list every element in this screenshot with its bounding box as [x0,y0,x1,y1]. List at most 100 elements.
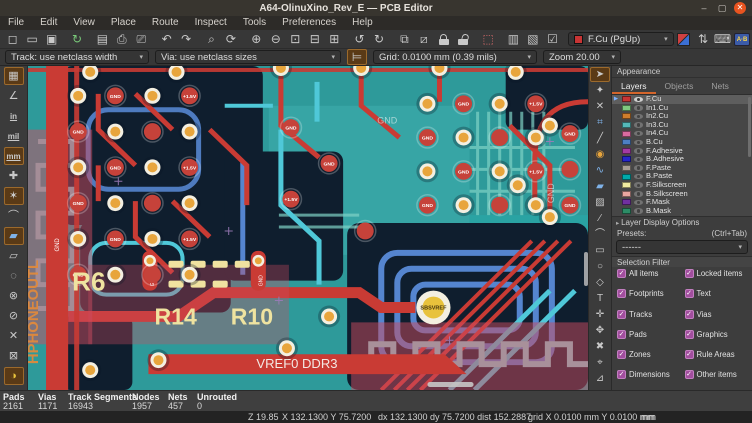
active-layer-dropdown[interactable]: F.Cu (PgUp)▾ [568,32,674,46]
zoom-objects-icon[interactable]: ⊞ [324,31,343,48]
zoom-dropdown[interactable]: Zoom 20.00 ▾ [543,50,621,64]
layer-color-swatch[interactable] [622,199,631,205]
layer-pair-icon[interactable] [677,33,691,46]
checkbox-checked-icon[interactable]: ✓ [617,330,626,339]
zoom-fit-icon[interactable]: ⊡ [286,31,305,48]
checkbox-checked-icon[interactable]: ✓ [617,350,626,359]
rotate-ccw-icon[interactable]: ↺ [350,31,369,48]
maximize-icon[interactable]: ▢ [716,3,728,14]
filter-other-items[interactable]: ✓Other items [685,370,752,380]
layer-row-in4.cu[interactable]: In4.Cu [612,129,752,138]
via-size-dropdown[interactable]: Via: use netclass sizes ▾ [155,50,341,64]
origin-tool-icon[interactable]: ⌖ [590,355,610,370]
layer-color-swatch[interactable] [622,105,631,111]
layer-color-swatch[interactable] [622,96,631,102]
filter-vias[interactable]: ✓Vias [685,309,752,319]
layer-row-f.paste[interactable]: F.Paste [612,164,752,173]
unlock-icon[interactable] [453,31,472,48]
layer-visibility-eye-icon[interactable] [634,191,643,197]
canvas-hscrollbar[interactable] [427,382,473,387]
close-icon[interactable]: ✕ [734,2,746,14]
filter-locked-items[interactable]: ✓Locked items [685,269,752,279]
filter-zones[interactable]: ✓Zones [617,350,685,360]
layer-color-swatch[interactable] [622,139,631,145]
menu-preferences[interactable]: Preferences [274,16,344,30]
zone-tool-icon[interactable]: ▰ [590,179,610,194]
zone-nofill-mode-icon[interactable]: ◌ [4,267,24,285]
layer-row-f.cu[interactable]: ▶F.Cu [612,95,752,104]
layer-visibility-eye-icon[interactable] [634,114,643,120]
tab-objects[interactable]: Objects [656,78,703,94]
track-width-dropdown[interactable]: Track: use netclass width ▾ [5,50,149,64]
redo-icon[interactable]: ↷ [176,31,195,48]
pads-sketch-toggle-icon[interactable]: ⊗ [4,287,24,305]
layer-list-scrollbar[interactable] [748,97,751,157]
save-board-icon[interactable]: ▣ [42,31,61,48]
polygon-tool-icon[interactable]: ◇ [590,275,610,290]
layer-row-b.silkscreen[interactable]: B.Silkscreen [612,190,752,199]
menu-tools[interactable]: Tools [235,16,274,30]
tab-layers[interactable]: Layers [612,78,656,94]
filter-tracks[interactable]: ✓Tracks [617,309,685,319]
lock-icon[interactable] [434,31,453,48]
move-tool-icon[interactable]: ✥ [590,323,610,338]
footprint-browser-icon[interactable]: ▥ [504,31,523,48]
rotate-cw-icon[interactable]: ↻ [369,31,388,48]
place-footprint-tool-icon[interactable]: ⌗ [590,115,610,130]
polar-coords-toggle-icon[interactable]: ∠ [4,87,24,105]
highlight-net-tool-icon[interactable]: ✦ [590,83,610,98]
tune-length-tool-icon[interactable]: ∿ [590,163,610,178]
checkbox-checked-icon[interactable]: ✓ [685,310,694,319]
find-icon[interactable]: ⌕ [202,31,221,48]
circle-tool-icon[interactable]: ○ [590,259,610,274]
checkbox-checked-icon[interactable]: ✓ [685,289,694,298]
checkbox-checked-icon[interactable]: ✓ [617,269,626,278]
menu-place[interactable]: Place [103,16,144,30]
ungroup-icon[interactable]: ⧄ [414,31,433,48]
tracks-sketch-toggle-icon[interactable]: ✕ [4,327,24,345]
tab-nets[interactable]: Nets [702,78,737,94]
units-inches-icon[interactable]: in [4,107,24,125]
layer-visibility-eye-icon[interactable] [634,200,643,206]
layer-visibility-eye-icon[interactable] [634,148,643,154]
drawing-sheet-toggle-icon[interactable]: ⬚ [478,31,497,48]
drc-icon[interactable]: ☑ [543,31,562,48]
text-tool-icon[interactable]: T [590,291,610,306]
checkbox-checked-icon[interactable]: ✓ [685,370,694,379]
open-board-icon[interactable]: ▭ [22,31,41,48]
layer-row-in3.cu[interactable]: In3.Cu [612,121,752,130]
filter-all-items[interactable]: ✓All items [617,269,685,279]
layer-visibility-eye-icon[interactable] [634,140,643,146]
minimize-icon[interactable]: – [698,3,710,14]
layer-row-b.adhesive[interactable]: B.Adhesive [612,155,752,164]
layer-visibility-eye-icon[interactable] [634,97,643,103]
filter-pads[interactable]: ✓Pads [617,329,685,339]
refresh-plugins-icon[interactable]: ↻ [67,31,86,48]
filter-rule-areas[interactable]: ✓Rule Areas [685,350,752,360]
auto-track-width-toggle-icon[interactable]: ⊨ [347,49,367,65]
layer-color-swatch[interactable] [622,113,631,119]
vias-sketch-toggle-icon[interactable]: ⊘ [4,307,24,325]
layer-color-swatch[interactable] [622,148,631,154]
threed-viewer-icon[interactable]: ▧ [523,31,542,48]
checkbox-checked-icon[interactable]: ✓ [617,289,626,298]
checkbox-checked-icon[interactable]: ✓ [685,350,694,359]
menu-help[interactable]: Help [344,16,381,30]
ratsnest-toggle-icon[interactable]: ✶ [4,187,24,205]
zoom-out-icon[interactable]: ⊖ [266,31,285,48]
zone-filled-mode-icon[interactable]: ▰ [4,227,24,245]
add-via-tool-icon[interactable]: ◉ [590,147,610,162]
layer-color-swatch[interactable] [622,131,631,137]
checkbox-checked-icon[interactable]: ✓ [617,310,626,319]
filter-graphics[interactable]: ✓Graphics [685,329,752,339]
curved-ratsnest-toggle-icon[interactable]: ⌒ [4,207,24,225]
layer-visibility-eye-icon[interactable] [634,122,643,128]
layer-color-swatch[interactable] [622,156,631,162]
refresh-view-icon[interactable]: ⟳ [221,31,240,48]
menu-edit[interactable]: Edit [32,16,65,30]
layer-row-in2.cu[interactable]: In2.Cu [612,112,752,121]
plot-icon[interactable]: ⎚ [132,31,151,48]
layer-visibility-eye-icon[interactable] [634,165,643,171]
layer-visibility-eye-icon[interactable] [634,131,643,137]
flip-view-icon[interactable]: ⇅ [693,31,712,48]
